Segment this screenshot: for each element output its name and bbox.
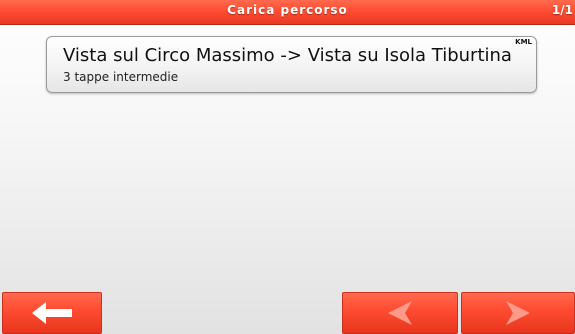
title-bar: Carica percorso 1/1: [0, 0, 575, 25]
back-button[interactable]: [2, 292, 102, 334]
next-page-button[interactable]: [461, 292, 575, 334]
route-format-badge: KML: [515, 38, 532, 46]
page-indicator: 1/1: [551, 3, 573, 17]
page-title: Carica percorso: [227, 3, 348, 17]
route-title: Vista sul Circo Massimo -> Vista su Isol…: [63, 45, 512, 66]
chevron-left-icon: [385, 300, 415, 326]
route-list-item[interactable]: Vista sul Circo Massimo -> Vista su Isol…: [46, 36, 537, 93]
bottom-toolbar: [0, 292, 575, 334]
previous-page-button[interactable]: [342, 292, 458, 334]
arrow-left-icon: [30, 300, 74, 326]
chevron-right-icon: [503, 300, 533, 326]
route-waypoints-count: 3 tappe intermedie: [63, 70, 179, 84]
